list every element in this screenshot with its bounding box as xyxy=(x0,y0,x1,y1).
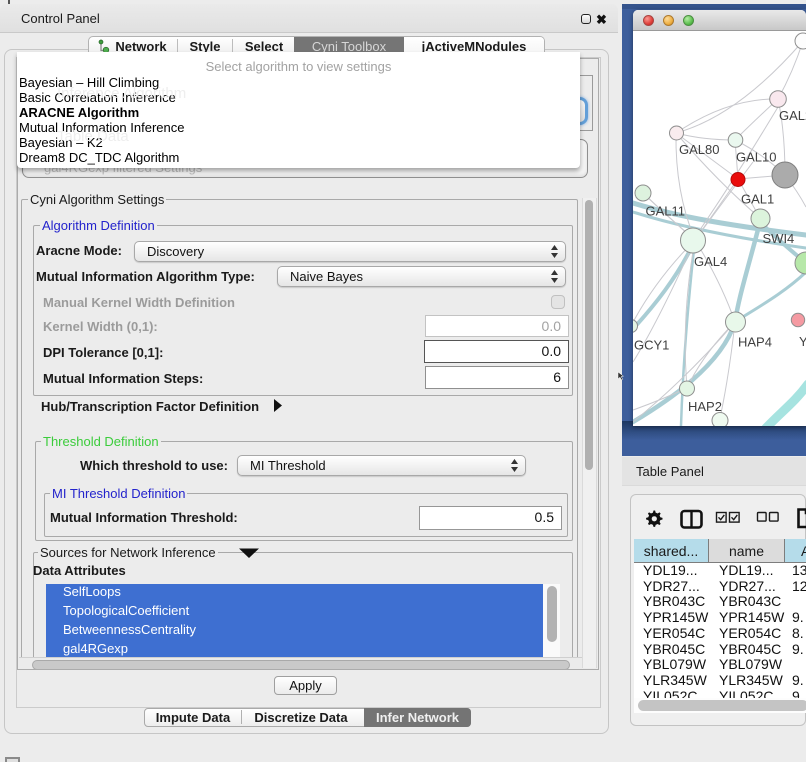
svg-text:GAL1: GAL1 xyxy=(741,192,774,207)
svg-text:GAL80: GAL80 xyxy=(679,142,719,157)
svg-text:Y: Y xyxy=(799,334,806,349)
svg-text:GAL11: GAL11 xyxy=(646,204,686,219)
svg-text:GAL2: GAL2 xyxy=(779,108,806,123)
svg-text:GAL4: GAL4 xyxy=(694,254,727,269)
svg-text:GAL10: GAL10 xyxy=(736,150,776,165)
svg-text:HAP4: HAP4 xyxy=(738,335,772,350)
svg-text:SWI4: SWI4 xyxy=(763,231,795,246)
svg-text:HAP2: HAP2 xyxy=(688,399,722,414)
svg-text:GCY1: GCY1 xyxy=(634,338,669,353)
